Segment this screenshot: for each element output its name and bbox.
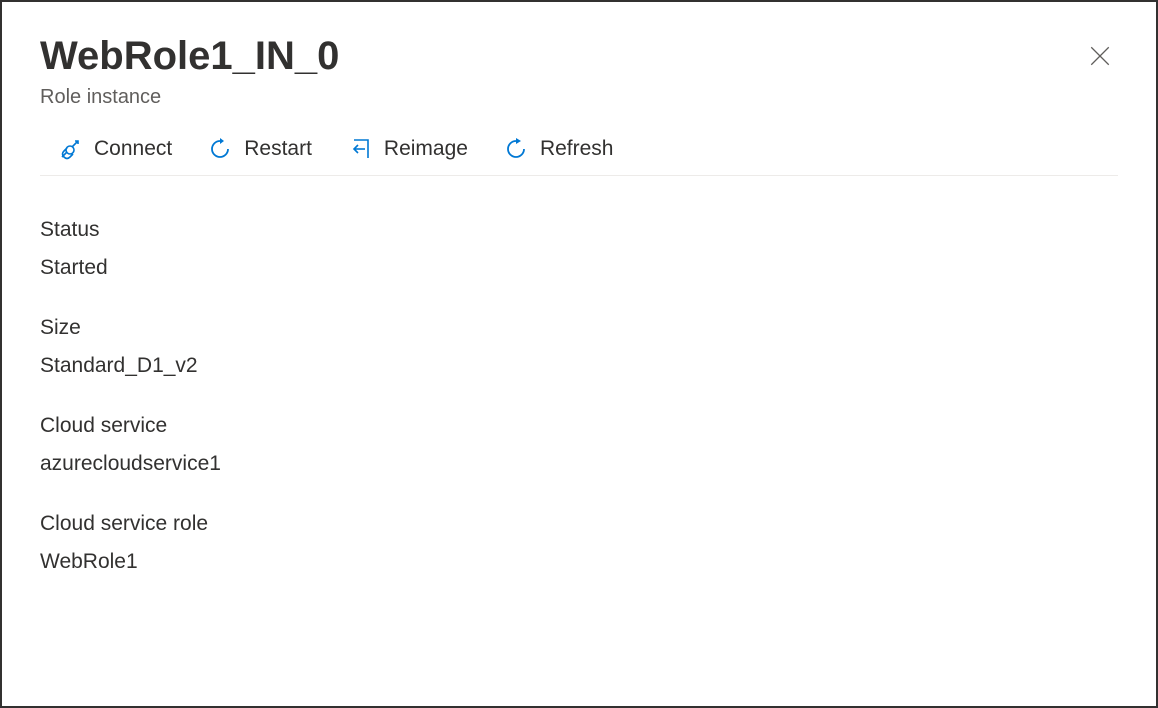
property-cloud-service: Cloud service azurecloudservice1 <box>40 414 1118 476</box>
restart-icon <box>208 137 232 161</box>
panel-header: WebRole1_IN_0 Role instance <box>40 32 1118 109</box>
connect-icon <box>58 137 82 161</box>
refresh-button[interactable]: Refresh <box>504 137 614 161</box>
refresh-icon <box>504 137 528 161</box>
connect-label: Connect <box>94 137 172 161</box>
close-icon <box>1090 54 1110 69</box>
property-status: Status Started <box>40 218 1118 280</box>
status-value: Started <box>40 256 1118 280</box>
page-subtitle: Role instance <box>40 86 1082 109</box>
cloud-service-value: azurecloudservice1 <box>40 452 1118 476</box>
size-value: Standard_D1_v2 <box>40 354 1118 378</box>
restart-label: Restart <box>244 137 312 161</box>
role-instance-panel: WebRole1_IN_0 Role instance <box>0 0 1158 708</box>
refresh-label: Refresh <box>540 137 614 161</box>
reimage-label: Reimage <box>384 137 468 161</box>
restart-button[interactable]: Restart <box>208 137 312 161</box>
command-bar: Connect Restart Reimage <box>40 137 1118 176</box>
size-label: Size <box>40 316 1118 340</box>
status-label: Status <box>40 218 1118 242</box>
close-button[interactable] <box>1082 38 1118 77</box>
property-cloud-service-role: Cloud service role WebRole1 <box>40 512 1118 574</box>
cloud-service-role-label: Cloud service role <box>40 512 1118 536</box>
page-title: WebRole1_IN_0 <box>40 32 1082 80</box>
connect-button[interactable]: Connect <box>58 137 172 161</box>
header-text: WebRole1_IN_0 Role instance <box>40 32 1082 109</box>
cloud-service-label: Cloud service <box>40 414 1118 438</box>
cloud-service-role-value: WebRole1 <box>40 550 1118 574</box>
reimage-button[interactable]: Reimage <box>348 137 468 161</box>
property-size: Size Standard_D1_v2 <box>40 316 1118 378</box>
reimage-icon <box>348 137 372 161</box>
properties-section: Status Started Size Standard_D1_v2 Cloud… <box>40 218 1118 574</box>
